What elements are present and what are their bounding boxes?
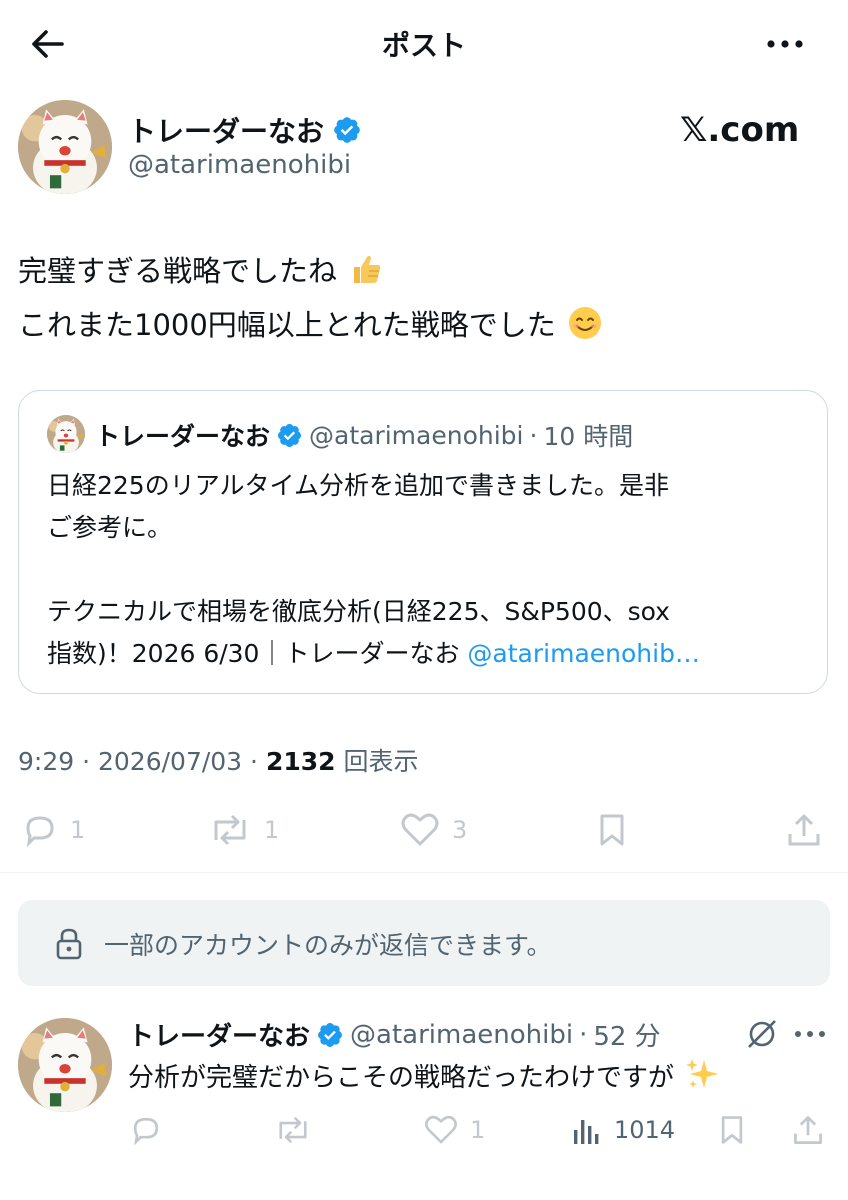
separator: · [579,1019,588,1050]
author-name[interactable]: トレーダーなお [128,110,324,150]
reply-share-button[interactable] [790,1112,826,1148]
quote-text-line: 日経225のリアルタイム分析を追加で書きました。是非 [47,471,669,500]
more-icon [767,40,803,48]
quote-avatar [47,415,85,453]
share-button[interactable] [784,810,824,850]
quote-handle: @atarimaenohibi [309,420,524,450]
verified-badge-icon [276,422,303,449]
tweet-meta: 9:29 · 2026/07/03 · 2132 回表示 [18,742,419,778]
lock-icon [56,928,82,960]
like-count: 3 [452,816,468,844]
sparkles-emoji [686,1059,719,1088]
reply-handle[interactable]: @atarimaenohibi [350,1020,573,1050]
reply-reply-button[interactable] [128,1112,164,1148]
more-icon [795,1031,825,1037]
reply-repost-button[interactable] [272,1112,314,1148]
reply-views-button[interactable]: 1014 [570,1112,675,1148]
reply-restriction-text: 一部のアカウントのみが返信できます。 [104,931,552,960]
reply-icon [26,816,54,848]
verified-badge-icon [316,1021,344,1049]
repost-icon [279,1116,307,1144]
bookmark-icon [600,814,624,846]
quote-text-line: 指数)！2026 6/30｜トレーダーなお [47,639,468,668]
like-icon [425,1115,457,1144]
reply-count: 1 [70,816,86,844]
reply-avatar[interactable] [18,1018,112,1112]
page-title: ポスト [381,29,466,62]
separator: · [250,747,258,776]
reply-text-line: 分析が完璧だからこその戦略だったわけですが [128,1063,675,1093]
grok-icon [748,1020,776,1048]
reply-timestamp[interactable]: 52 分 [593,1016,660,1053]
quote-timestamp: 10 時間 [543,422,634,451]
repost-button[interactable]: 1 [206,810,279,850]
grok-button[interactable] [744,1016,780,1052]
repost-count: 1 [264,816,280,844]
view-count-label: 回表示 [343,747,419,776]
bookmark-icon [721,1116,743,1144]
author-handle[interactable]: @atarimaenohibi [128,150,351,180]
mention-link[interactable]: @atarimaenohib… [467,639,700,668]
verified-badge-icon [332,115,362,145]
divider [0,872,848,873]
reply-text: 分析が完璧だからこその戦略だったわけですが [128,1056,720,1094]
quote-text-line: テクニカルで相場を徹底分析(日経225、S&P500、sox [47,597,670,626]
reply-view-count: 1014 [614,1116,676,1144]
view-count: 2132 [265,747,336,776]
reply-button[interactable]: 1 [20,810,85,850]
like-button[interactable]: 3 [398,810,467,850]
bookmark-button[interactable] [594,810,630,850]
repost-icon [214,814,246,846]
reply-more-button[interactable] [790,1016,830,1052]
separator: · [529,420,538,450]
reply-restriction-notice: 一部のアカウントのみが返信できます。 [18,900,830,986]
quote-text-line: ご参考に。 [47,513,173,542]
quote-text: 日経225のリアルタイム分析を追加で書きました。是非 ご参考に。 テクニカルで相… [47,465,807,675]
share-icon [794,1116,822,1144]
like-icon [401,813,439,846]
reply-header: トレーダーなお @atarimaenohibi · 52 分 [128,1016,661,1053]
more-options-button[interactable] [760,26,810,62]
separator: · [82,747,91,776]
tweet-text: 完璧すぎる戦略でしたね これまた1000円幅以上とれた戦略でした [18,244,828,352]
reply-like-button[interactable]: 1 [422,1112,485,1148]
tweet-date[interactable]: 2026/07/03 [98,747,242,776]
tweet-text-line: 完璧すぎる戦略でしたね [18,254,338,288]
share-icon [788,814,820,846]
quote-header: トレーダーなお @atarimaenohibi · 10 時間 [95,417,633,453]
x-com-watermark: 𝕏.com [680,110,800,150]
reply-icon [133,1117,159,1146]
author-name-row[interactable]: トレーダーなお [128,110,362,150]
quote-author-name: トレーダーなお [95,422,271,451]
reply-author-name[interactable]: トレーダーなお [128,1016,310,1053]
tweet-time[interactable]: 9:29 [18,747,74,776]
tweet-text-line: これまた1000円幅以上とれた戦略でした [18,308,556,342]
smile-emoji [569,307,602,339]
reply-like-count: 1 [470,1116,486,1144]
avatar[interactable] [18,100,112,194]
views-icon [574,1120,599,1144]
reply-bookmark-button[interactable] [716,1112,748,1148]
thumbs-up-emoji [354,255,381,283]
quoted-tweet-card[interactable]: トレーダーなお @atarimaenohibi · 10 時間 日経225のリア… [18,390,828,694]
